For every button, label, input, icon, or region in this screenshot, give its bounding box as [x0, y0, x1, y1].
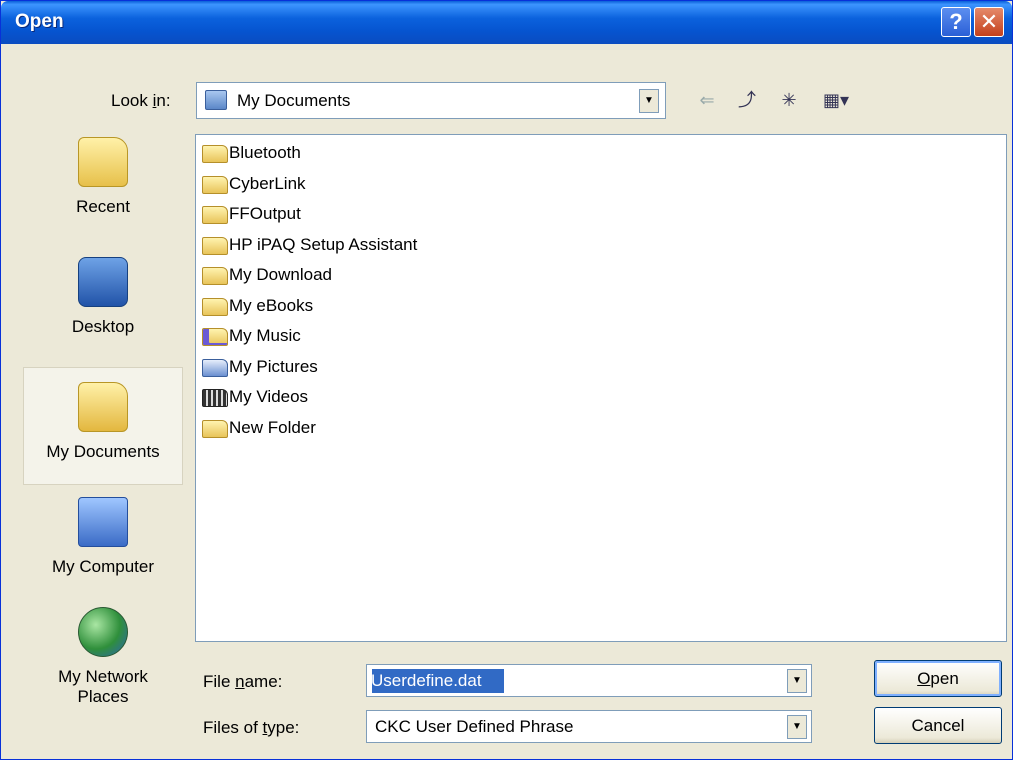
chevron-down-icon[interactable]: ▼	[639, 89, 659, 113]
file-type-label: Files of type:	[203, 718, 300, 737]
place-label: Recent	[76, 197, 130, 216]
videos-folder-icon	[202, 389, 228, 407]
file-name-combo[interactable]: ▼	[366, 664, 812, 697]
desktop-icon	[78, 257, 128, 307]
folder-icon	[202, 420, 228, 438]
open-dialog: Open ? ✕ Look in: My Documents ▼ ⇐ ⤴ ✳ ▦…	[0, 0, 1013, 760]
close-button[interactable]: ✕	[974, 7, 1004, 37]
folder-icon	[202, 298, 228, 316]
folder-icon	[202, 176, 228, 194]
recent-folder-icon	[78, 137, 128, 187]
folder-icon	[202, 206, 228, 224]
file-name-input[interactable]	[371, 668, 781, 693]
my-documents-icon	[205, 90, 227, 110]
close-icon: ✕	[979, 9, 999, 34]
cancel-button[interactable]: Cancel	[874, 707, 1002, 744]
chevron-down-icon[interactable]: ▼	[787, 669, 807, 693]
places-bar: Recent Desktop My Documents My Computer …	[23, 127, 183, 727]
folder-icon	[202, 145, 228, 163]
open-button[interactable]: Open	[874, 660, 1002, 697]
views-menu-button[interactable]: ▦▾	[816, 87, 856, 113]
look-in-label: Look in:	[111, 91, 171, 110]
title-bar[interactable]: Open ? ✕	[1, 1, 1012, 44]
up-one-level-button[interactable]: ⤴	[734, 87, 760, 113]
chevron-down-icon[interactable]: ▼	[787, 715, 807, 739]
new-folder-button[interactable]: ✳	[776, 87, 802, 113]
pictures-folder-icon	[202, 359, 228, 377]
look-in-dropdown[interactable]: My Documents ▼	[196, 82, 666, 119]
network-places-icon	[78, 607, 128, 657]
help-icon: ?	[949, 9, 963, 34]
my-computer-icon	[78, 497, 128, 547]
look-in-value: My Documents	[237, 91, 351, 110]
place-recent[interactable]: Recent	[23, 137, 183, 217]
help-button[interactable]: ?	[941, 7, 971, 37]
place-label: My Documents	[46, 442, 160, 461]
place-label: My Network Places	[58, 667, 148, 706]
place-my-network-places[interactable]: My Network Places	[23, 607, 183, 707]
new-folder-icon: ✳	[781, 90, 797, 110]
back-arrow-icon: ⇐	[699, 90, 715, 110]
file-type-value: CKC User Defined Phrase	[375, 717, 574, 736]
file-name-label: File name:	[203, 672, 283, 691]
place-label: My Computer	[51, 557, 155, 576]
up-one-level-icon: ⤴	[738, 90, 756, 110]
folder-icon	[202, 237, 228, 255]
file-type-dropdown[interactable]: CKC User Defined Phrase ▼	[366, 710, 812, 743]
place-label: Desktop	[71, 317, 135, 336]
place-desktop[interactable]: Desktop	[23, 257, 183, 337]
place-my-documents[interactable]: My Documents	[23, 367, 183, 485]
folder-icon	[202, 267, 228, 285]
back-button[interactable]: ⇐	[694, 87, 720, 113]
dialog-title: Open	[15, 11, 64, 32]
file-list[interactable]: Bluetooth CyberLink FFOutput HP iPAQ Set…	[195, 134, 1007, 642]
music-folder-icon	[202, 328, 228, 346]
views-menu-icon: ▦▾	[822, 90, 850, 110]
my-documents-icon	[78, 382, 128, 432]
place-my-computer[interactable]: My Computer	[23, 497, 183, 577]
